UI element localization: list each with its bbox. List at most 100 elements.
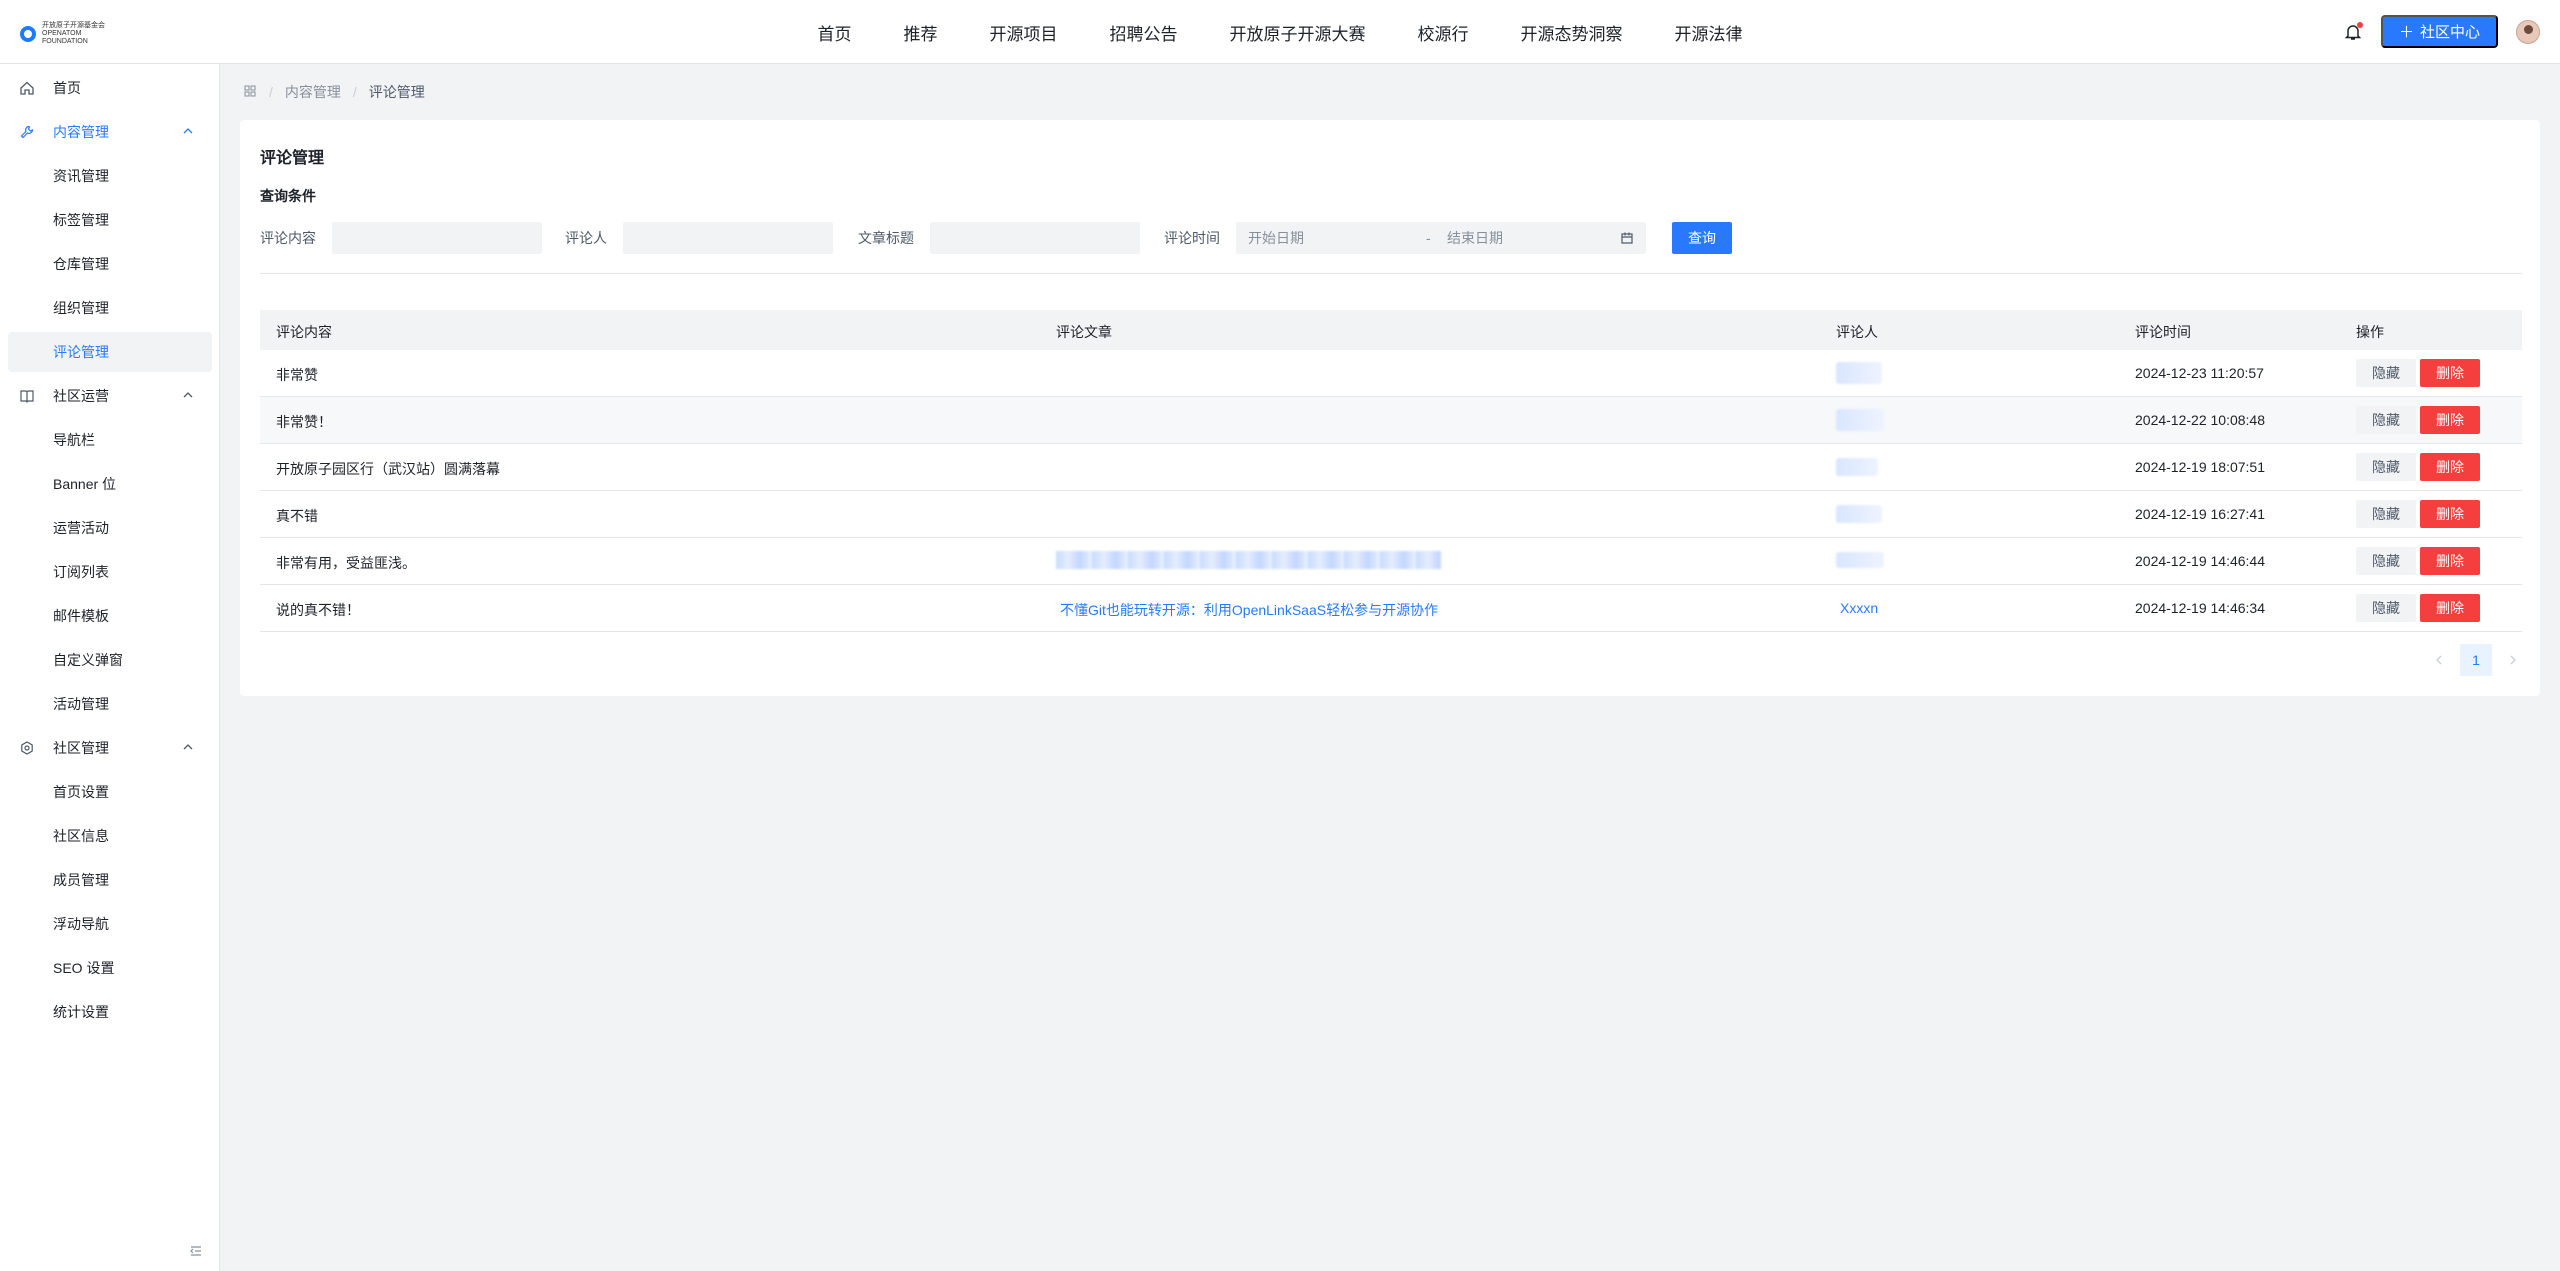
page-number[interactable]: 1 [2460,644,2492,676]
sidebar-item-orgs[interactable]: 组织管理 [8,288,212,328]
query-button[interactable]: 查询 [1672,222,1732,254]
nav-item-competition[interactable]: 开放原子开源大赛 [1230,20,1366,45]
sidebar-item-community-info[interactable]: 社区信息 [8,816,212,856]
table-row: 真不错 2024-12-19 16:27:41 隐藏 删除 [260,491,2522,538]
column-header-article: 评论文章 [1056,324,1112,340]
hide-button[interactable]: 隐藏 [2356,594,2416,622]
filter-content-label: 评论内容 [260,230,316,246]
pagination: 1 [2432,644,2520,676]
delete-button[interactable]: 删除 [2420,594,2480,622]
sidebar-item-email-templates[interactable]: 邮件模板 [8,596,212,636]
page-title: 评论管理 [260,150,325,167]
sidebar-item-seo[interactable]: SEO 设置 [8,948,212,988]
table-row: 非常赞！ 2024-12-22 10:08:48 隐藏 删除 [260,397,2522,444]
row-actions: 隐藏 删除 [2356,547,2480,575]
cell-time: 2024-12-19 14:46:34 [2135,600,2265,616]
sidebar-item-members[interactable]: 成员管理 [8,860,212,900]
date-range-picker[interactable]: 开始日期 - 结束日期 [1236,222,1646,254]
sidebar-item-comments[interactable]: 评论管理 [8,332,212,372]
sidebar-item-home[interactable]: 首页 [8,68,212,108]
collapse-sidebar-icon[interactable] [188,1243,204,1259]
top-navbar: 开放原子开源基金会 OPENATOM FOUNDATION 首页 推荐 开源项目… [0,0,2560,64]
sidebar-item-label: 浮动导航 [53,916,109,932]
table-row: 非常赞 2024-12-23 11:20:57 隐藏 删除 [260,350,2522,397]
sidebar: 首页 内容管理 资讯管理 标签管理 仓库管理 组织管理 评论管理 社区运营 导航… [0,64,220,1271]
sidebar-item-label: 首页设置 [53,784,109,800]
delete-button[interactable]: 删除 [2420,359,2480,387]
hide-button[interactable]: 隐藏 [2356,359,2416,387]
sidebar-group-operations[interactable]: 社区运营 [8,376,212,416]
community-center-button[interactable]: ＋ 社区中心 [2380,15,2498,48]
sidebar-item-label: 社区信息 [53,828,109,844]
avatar[interactable] [2516,19,2540,44]
sidebar-item-events[interactable]: 活动管理 [8,684,212,724]
redacted-author [1836,552,1884,568]
cell-content: 非常有用，受益匪浅。 [276,555,416,571]
wrench-icon [20,125,34,139]
site-logo[interactable]: 开放原子开源基金会 OPENATOM FOUNDATION [20,22,106,46]
delete-button[interactable]: 删除 [2420,406,2480,434]
nav-item-insights[interactable]: 开源态势洞察 [1521,20,1623,45]
commenter-input[interactable] [623,222,833,254]
bell-icon[interactable] [2343,21,2363,42]
breadcrumb-separator: / [352,84,357,100]
chevron-up-icon [182,388,194,400]
sidebar-item-navbar[interactable]: 导航栏 [8,420,212,460]
cell-time: 2024-12-23 11:20:57 [2135,365,2264,381]
delete-button[interactable]: 删除 [2420,547,2480,575]
redacted-author [1836,362,1882,384]
sidebar-item-news[interactable]: 资讯管理 [8,156,212,196]
start-date-placeholder[interactable]: 开始日期 [1248,228,1304,248]
sidebar-item-custom-popup[interactable]: 自定义弹窗 [8,640,212,680]
hide-button[interactable]: 隐藏 [2356,406,2416,434]
sidebar-item-label: Banner 位 [53,476,117,492]
delete-button[interactable]: 删除 [2420,500,2480,528]
nav-item-campus[interactable]: 校源行 [1418,20,1469,45]
nav-item-law[interactable]: 开源法律 [1675,20,1743,45]
chevron-right-icon[interactable] [2506,653,2520,667]
sidebar-item-banner[interactable]: Banner 位 [8,464,212,504]
sidebar-item-campaigns[interactable]: 运营活动 [8,508,212,548]
nav-item-projects[interactable]: 开源项目 [990,20,1058,45]
nav-item-jobs[interactable]: 招聘公告 [1110,20,1178,45]
chevron-left-icon[interactable] [2432,653,2446,667]
sidebar-group-community[interactable]: 社区管理 [8,728,212,768]
row-actions: 隐藏 删除 [2356,594,2480,622]
sidebar-item-subscriptions[interactable]: 订阅列表 [8,552,212,592]
nav-item-recommend[interactable]: 推荐 [904,20,938,45]
sidebar-item-floating-nav[interactable]: 浮动导航 [8,904,212,944]
sidebar-item-label: 标签管理 [53,212,109,228]
delete-button[interactable]: 删除 [2420,453,2480,481]
breadcrumb-home-icon[interactable] [243,84,257,101]
breadcrumb-separator: / [269,84,273,100]
sidebar-group-content[interactable]: 内容管理 [8,112,212,152]
main-nav: 首页 推荐 开源项目 招聘公告 开放原子开源大赛 校源行 开源态势洞察 开源法律 [0,0,2560,64]
hide-button[interactable]: 隐藏 [2356,453,2416,481]
column-header-author: 评论人 [1836,324,1878,340]
sidebar-item-label: 组织管理 [53,300,109,316]
comment-content-input[interactable] [332,222,542,254]
chevron-up-icon [182,740,194,752]
breadcrumb: / 内容管理 / 评论管理 [243,82,425,102]
table-row: 开放原子园区行（武汉站）圆满落幕 2024-12-19 18:07:51 隐藏 … [260,444,2522,491]
comment-management-card: 评论管理 查询条件 评论内容 评论人 文章标题 评论时间 开始日期 - 结束日期… [240,120,2540,696]
sidebar-item-analytics[interactable]: 统计设置 [8,992,212,1032]
article-title-input[interactable] [930,222,1140,254]
hide-button[interactable]: 隐藏 [2356,500,2416,528]
author-link[interactable]: Xxxxn [1840,600,1878,616]
book-icon [20,389,34,403]
sidebar-item-homepage-settings[interactable]: 首页设置 [8,772,212,812]
end-date-placeholder[interactable]: 结束日期 [1447,228,1503,248]
article-link[interactable]: 不懂Git也能玩转开源：利用OpenLinkSaaS轻松参与开源协作 [1060,600,1438,620]
nav-item-home[interactable]: 首页 [818,20,852,45]
hide-button[interactable]: 隐藏 [2356,547,2416,575]
breadcrumb-content-management[interactable]: 内容管理 [285,82,341,102]
sidebar-item-label: 统计设置 [53,1004,109,1020]
comments-table: 评论内容 评论文章 评论人 评论时间 操作 非常赞 2024-12-23 11:… [260,310,2522,632]
sidebar-item-repos[interactable]: 仓库管理 [8,244,212,284]
column-header-time: 评论时间 [2135,324,2191,340]
sidebar-item-tags[interactable]: 标签管理 [8,200,212,240]
sidebar-item-label: 导航栏 [53,432,95,448]
query-conditions-label: 查询条件 [260,188,316,204]
sidebar-item-label: 仓库管理 [53,256,109,272]
